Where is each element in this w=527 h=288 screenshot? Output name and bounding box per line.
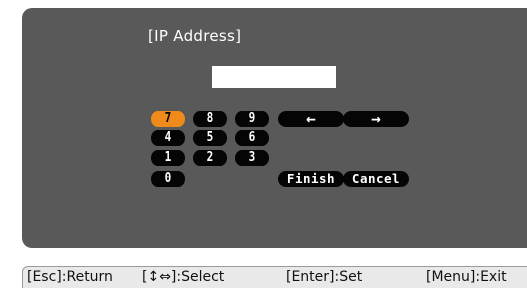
finish-button[interactable]: Finish	[278, 171, 344, 187]
select-hint: [↕⇔]:Select	[142, 269, 225, 285]
key-6[interactable]: 6	[235, 130, 269, 146]
esc-return-hint: [Esc]:Return	[27, 269, 113, 285]
dialog-title: [IP Address]	[148, 27, 242, 45]
right-arrow-icon: →	[371, 109, 381, 128]
key-2[interactable]: 2	[193, 150, 227, 166]
key-9[interactable]: 9	[235, 111, 269, 127]
key-0[interactable]: 0	[151, 171, 185, 187]
cancel-button[interactable]: Cancel	[343, 171, 409, 187]
key-8[interactable]: 8	[193, 111, 227, 127]
key-5[interactable]: 5	[193, 130, 227, 146]
left-arrow-icon: ←	[306, 109, 316, 128]
ip-address-input[interactable]	[212, 66, 336, 88]
status-bar: [Esc]:Return [↕⇔]:Select [Enter]:Set [Me…	[22, 266, 527, 288]
key-3[interactable]: 3	[235, 150, 269, 166]
key-1[interactable]: 1	[151, 150, 185, 166]
key-4[interactable]: 4	[151, 130, 185, 146]
key-7[interactable]: 7	[151, 111, 185, 127]
left-arrow-button[interactable]: ←	[278, 111, 344, 127]
enter-set-hint: [Enter]:Set	[286, 269, 363, 285]
ip-address-dialog	[22, 8, 527, 248]
right-arrow-button[interactable]: →	[343, 111, 409, 127]
menu-exit-hint: [Menu]:Exit	[426, 269, 507, 285]
